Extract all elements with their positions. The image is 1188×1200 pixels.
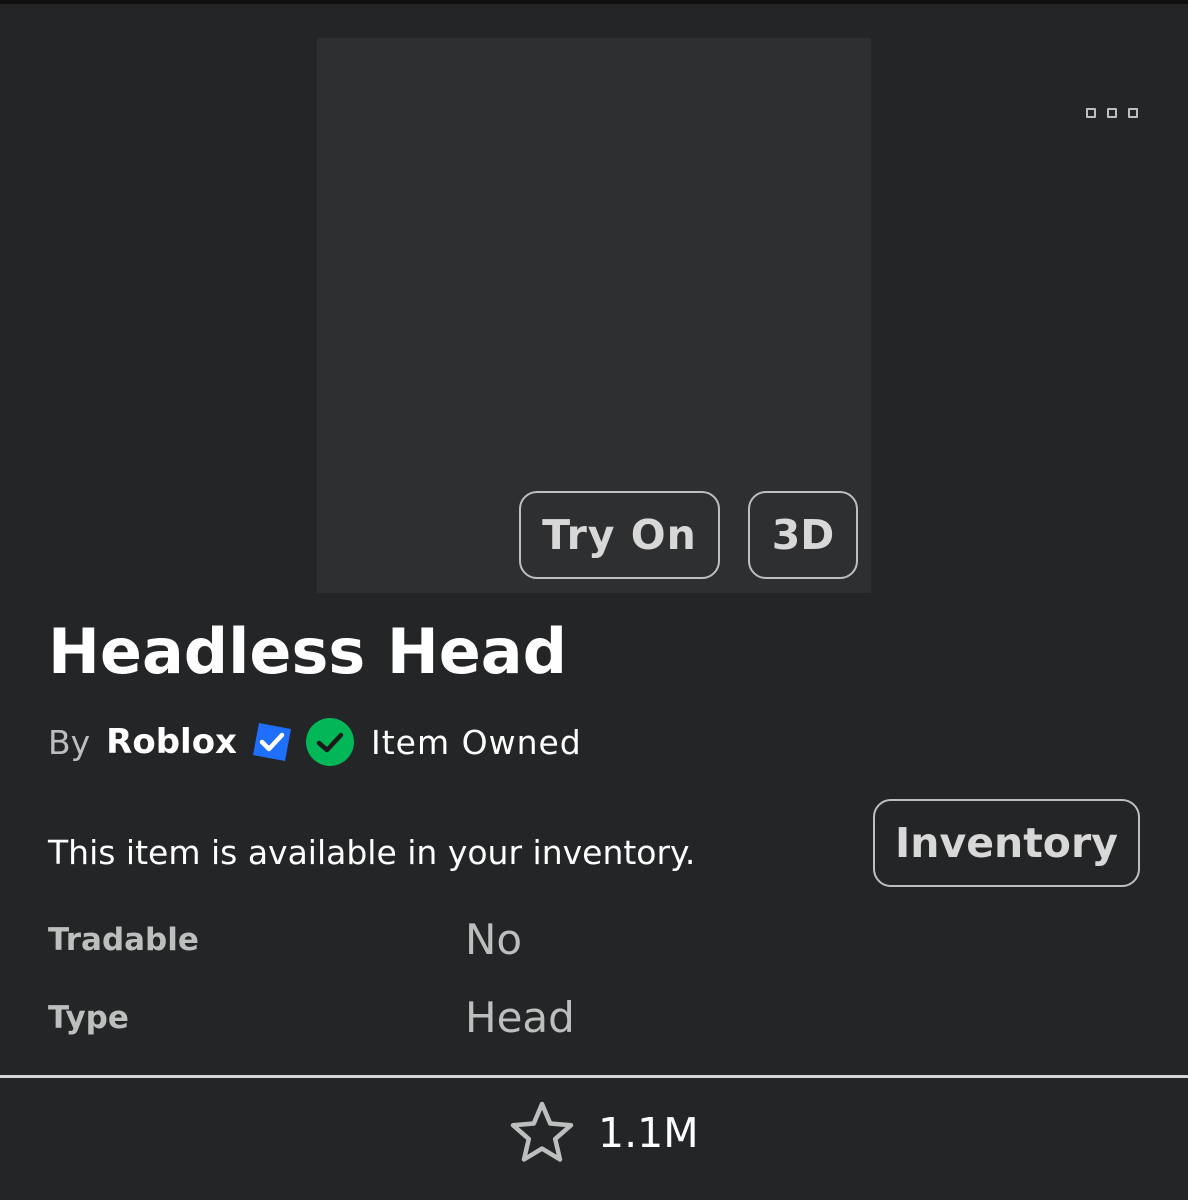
detail-label-type: Type xyxy=(48,1000,129,1036)
ellipsis-icon xyxy=(1086,108,1096,118)
favorite-button[interactable]: 1.1M xyxy=(508,1098,699,1168)
detail-value-type: Head xyxy=(465,993,575,1042)
creator-row: By Roblox Item Owned xyxy=(48,712,582,772)
item-owned-label: Item Owned xyxy=(371,722,582,762)
item-title: Headless Head xyxy=(48,615,568,688)
more-options-button[interactable] xyxy=(1086,104,1138,122)
try-on-button[interactable]: Try On xyxy=(519,491,720,579)
checkmark-circle-icon xyxy=(306,718,354,766)
star-outline-icon xyxy=(510,1101,574,1162)
detail-value-tradable: No xyxy=(465,915,523,964)
view-3d-button[interactable]: 3D xyxy=(748,491,858,579)
creator-link[interactable]: Roblox xyxy=(106,722,237,762)
availability-message: This item is available in your inventory… xyxy=(48,833,696,872)
ellipsis-icon xyxy=(1128,108,1138,118)
detail-label-tradable: Tradable xyxy=(48,922,199,958)
top-divider xyxy=(0,0,1188,4)
inventory-button[interactable]: Inventory xyxy=(873,799,1140,887)
ellipsis-icon xyxy=(1107,108,1117,118)
by-label: By xyxy=(48,722,91,762)
verified-badge-icon xyxy=(253,723,291,761)
favorite-count: 1.1M xyxy=(598,1109,699,1157)
